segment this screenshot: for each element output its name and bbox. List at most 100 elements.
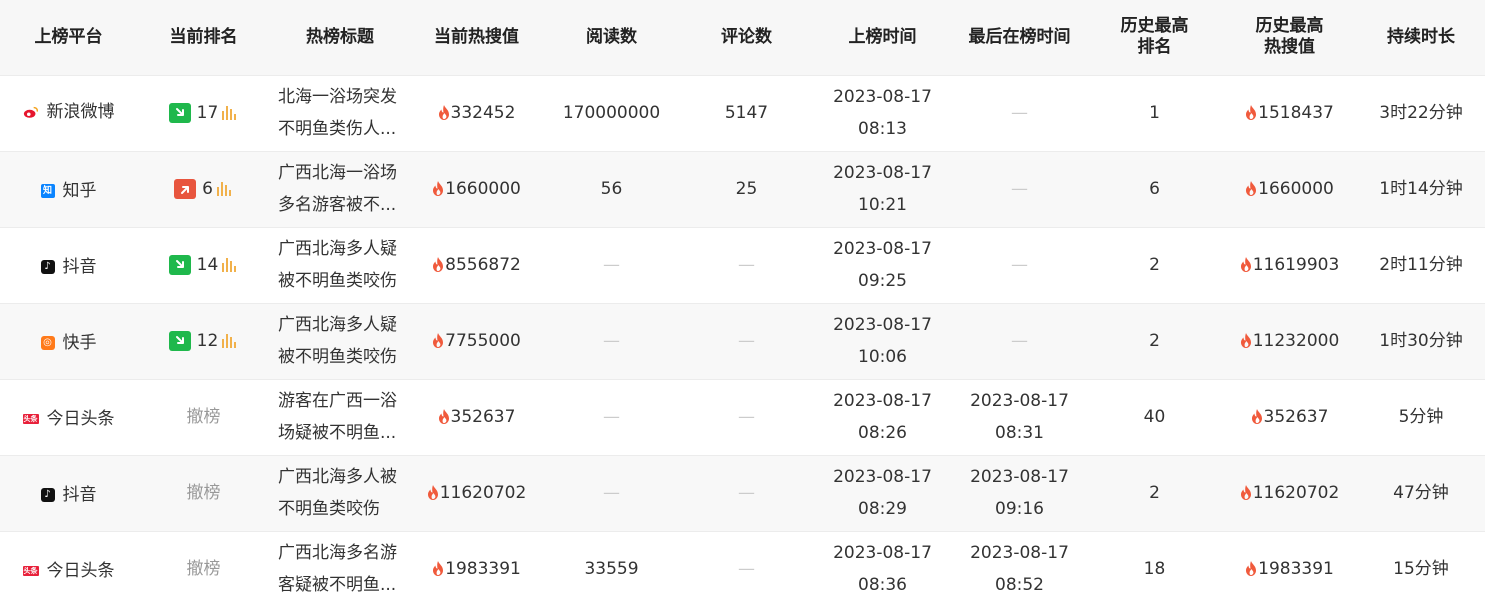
zhihu-icon: 知: [40, 183, 55, 198]
trend-chart-icon[interactable]: [216, 181, 233, 196]
header-comments[interactable]: 评论数: [680, 0, 813, 75]
header-title-label: 热榜标题: [306, 26, 374, 47]
kuaishou-icon: ◎: [40, 335, 55, 350]
comments-value: —: [738, 407, 755, 427]
platform[interactable]: ◎ 快手: [40, 327, 97, 359]
table-row[interactable]: 头条 今日头条 撤榜 广西北海多名游 客疑被不明鱼... 1983391 33559 — 202…: [0, 531, 1485, 606]
trend-chart-icon[interactable]: [222, 105, 238, 120]
table-row[interactable]: ◎ 快手 12 广西北海多人疑 被不明鱼类咬伤 7755000 — — 2023-08-17 10…: [0, 303, 1485, 379]
flame-icon: [433, 181, 444, 196]
duration-value: 1时14分钟: [1379, 179, 1463, 199]
title-cell: 北海一浴场突发 不明鱼类伤人...: [270, 75, 410, 151]
best-rank-cell: 2: [1087, 303, 1222, 379]
table-row[interactable]: 头条 今日头条 撤榜 游客在广西一浴 场疑被不明鱼... 352637 — — 2023-08-…: [0, 379, 1485, 455]
platform-name: 抖音: [62, 484, 97, 505]
hot-title-line: 被不明鱼类咬伤: [278, 271, 397, 291]
last-time-cell: —: [952, 227, 1087, 303]
best-hot-value: 11620702: [1252, 483, 1340, 503]
reads-value: —: [603, 483, 620, 503]
hot-title-link[interactable]: 广西北海多人疑 被不明鱼类咬伤: [278, 233, 410, 297]
title-cell: 广西北海多名游 客疑被不明鱼...: [270, 531, 410, 606]
start-time: 08:29: [858, 499, 907, 519]
table-row[interactable]: 新浪微博 17 北海一浴场突发 不明鱼类伤人... 332452 170000000 514…: [0, 75, 1485, 151]
header-best-rank[interactable]: 历史最高 排名: [1087, 0, 1222, 75]
flame-icon: [438, 409, 449, 424]
current-rank: 17: [168, 97, 239, 129]
header-duration[interactable]: 持续时长: [1357, 0, 1485, 75]
header-start-time[interactable]: 上榜时间: [813, 0, 952, 75]
last-date: 2023-08-17: [970, 467, 1069, 487]
header-best-hot-label: 热搜值: [1264, 37, 1315, 58]
trend-chart-icon[interactable]: [222, 257, 238, 272]
best-rank-cell: 6: [1087, 151, 1222, 227]
comments-cell: 5147: [680, 75, 813, 151]
start-time-cell: 2023-08-17 10:06: [813, 303, 952, 379]
hot-title-line: 游客在广西一浴: [278, 391, 397, 411]
reads-cell: 33559: [543, 531, 680, 606]
duration-value: 1时30分钟: [1379, 331, 1463, 351]
best-rank-value: 2: [1149, 255, 1160, 275]
reads-value: 170000000: [562, 103, 661, 123]
duration-value: 2时11分钟: [1379, 255, 1463, 275]
hot-title-line: 广西北海多名游: [278, 543, 397, 564]
header-reads[interactable]: 阅读数: [543, 0, 680, 75]
duration-value: 15分钟: [1393, 559, 1449, 580]
start-date: 2023-08-17: [833, 87, 932, 107]
flame-icon: [1251, 409, 1262, 424]
start-date: 2023-08-17: [833, 543, 932, 564]
platform[interactable]: ♪ 抖音: [40, 479, 97, 511]
current-rank: 14: [168, 249, 239, 281]
hot-title-link[interactable]: 广西北海多名游 客疑被不明鱼...: [278, 537, 410, 601]
best-hot-cell: 1983391: [1222, 531, 1357, 606]
comments-cell: —: [680, 227, 813, 303]
header-title[interactable]: 热榜标题: [270, 0, 410, 75]
platform-cell: 头条 今日头条: [0, 531, 137, 606]
comments-cell: —: [680, 455, 813, 531]
current-rank: 12: [168, 325, 239, 357]
hot-title-link[interactable]: 广西北海一浴场 多名游客被不...: [278, 157, 410, 221]
hot-title-link[interactable]: 广西北海多人被 不明鱼类咬伤: [278, 461, 410, 525]
platform[interactable]: 头条 今日头条: [22, 403, 115, 435]
duration-value: 3时22分钟: [1379, 103, 1463, 123]
best-hot-cell: 11619903: [1222, 227, 1357, 303]
hot-title-link[interactable]: 游客在广西一浴 场疑被不明鱼...: [278, 385, 410, 449]
table-row[interactable]: ♪ 抖音 14 广西北海多人疑 被不明鱼类咬伤 8556872 — — 2023-08-17 09…: [0, 227, 1485, 303]
comments-value: —: [738, 559, 755, 580]
header-last-time[interactable]: 最后在榜时间: [952, 0, 1087, 75]
best-hot-value: 1983391: [1258, 559, 1334, 580]
current-rank-cell: 12: [137, 303, 270, 379]
last-time-cell: —: [952, 75, 1087, 151]
table-row[interactable]: 知知乎 6 广西北海一浴场 多名游客被不... 1660000 56 25 2023-08-1…: [0, 151, 1485, 227]
current-hot-value: 332452: [450, 103, 516, 123]
platform-cell: 头条 今日头条: [0, 379, 137, 455]
title-cell: 广西北海多人疑 被不明鱼类咬伤: [270, 227, 410, 303]
start-time: 10:21: [858, 195, 907, 215]
flame-icon: [433, 561, 444, 577]
current-rank: 6: [174, 173, 233, 205]
table-row[interactable]: ♪ 抖音 撤榜 广西北海多人被 不明鱼类咬伤 11620702 — — 2023-08-17 08…: [0, 455, 1485, 531]
platform[interactable]: ♪ 抖音: [40, 251, 97, 283]
weibo-icon: [23, 104, 39, 120]
flame-icon: [1246, 105, 1257, 120]
hot-title-link[interactable]: 北海一浴场突发 不明鱼类伤人...: [278, 81, 410, 145]
duration-cell: 1时30分钟: [1357, 303, 1485, 379]
best-rank-cell: 2: [1087, 227, 1222, 303]
header-current-hot[interactable]: 当前热搜值: [410, 0, 543, 75]
rank-value: 14: [196, 254, 219, 275]
reads-value: 56: [600, 179, 623, 199]
start-time-cell: 2023-08-17 08:13: [813, 75, 952, 151]
platform-name: 知乎: [62, 180, 97, 201]
platform[interactable]: 知知乎: [40, 175, 97, 207]
current-hot-cell: 1660000: [410, 151, 543, 227]
trend-chart-icon[interactable]: [222, 333, 238, 348]
rank-value: 17: [196, 102, 219, 123]
hot-title-line: 不明鱼类伤人...: [278, 119, 397, 139]
platform[interactable]: 头条 今日头条: [22, 555, 115, 587]
platform[interactable]: 新浪微博: [23, 96, 115, 128]
header-best-hot[interactable]: 历史最高 热搜值: [1222, 0, 1357, 75]
comments-cell: 25: [680, 151, 813, 227]
header-current-rank[interactable]: 当前排名: [137, 0, 270, 75]
header-platform[interactable]: 上榜平台: [0, 0, 137, 75]
reads-cell: —: [543, 227, 680, 303]
hot-title-link[interactable]: 广西北海多人疑 被不明鱼类咬伤: [278, 309, 410, 373]
